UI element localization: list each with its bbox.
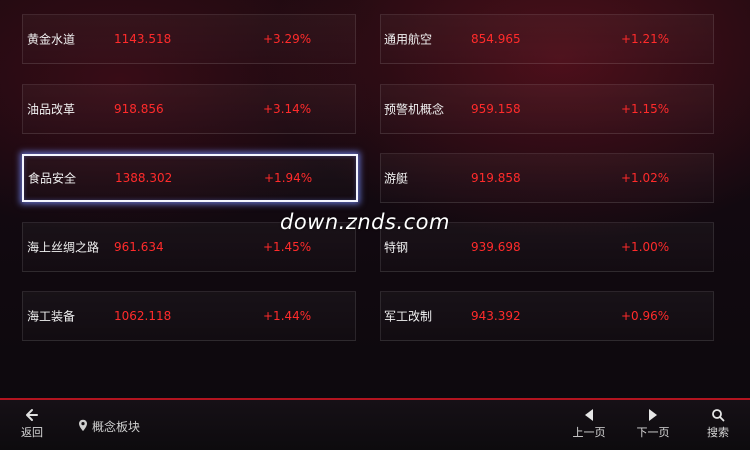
concept-change: +3.14% [263, 102, 312, 116]
concept-tile[interactable]: 海工装备 1062.118 +1.44% [22, 291, 356, 341]
concept-change: +1.45% [263, 240, 312, 254]
prev-page-button[interactable]: 上一页 [568, 408, 610, 440]
concept-tile[interactable]: 黄金水道 1143.518 +3.29% [22, 14, 356, 64]
concept-price: 939.698 [471, 240, 521, 254]
concept-name: 通用航空 [384, 32, 433, 47]
back-button[interactable]: 返回 [14, 408, 50, 440]
concept-tile[interactable]: 油品改革 918.856 +3.14% [22, 84, 356, 134]
concept-change: +0.96% [621, 309, 670, 323]
location-pin-icon [78, 419, 88, 435]
concept-price: 1388.302 [115, 171, 173, 185]
concept-tile[interactable]: 军工改制 943.392 +0.96% [380, 291, 714, 341]
concept-name: 特钢 [384, 240, 409, 255]
concept-change: +3.29% [263, 32, 312, 46]
concept-price: 961.634 [114, 240, 164, 254]
concept-tile[interactable]: 预警机概念 959.158 +1.15% [380, 84, 714, 134]
concept-price: 854.965 [471, 32, 521, 46]
concept-name: 海上丝绸之路 [27, 240, 100, 255]
search-button[interactable]: 搜索 [702, 408, 734, 440]
concept-price: 1062.118 [114, 309, 172, 323]
concept-name: 游艇 [384, 171, 409, 186]
concept-name: 油品改革 [27, 102, 76, 117]
concept-change: +1.15% [621, 102, 670, 116]
concept-grid: 黄金水道 1143.518 +3.29% 油品改革 918.856 +3.14%… [0, 0, 750, 400]
concept-change: +1.94% [264, 171, 313, 185]
concept-tile[interactable]: 通用航空 854.965 +1.21% [380, 14, 714, 64]
concept-price: 918.856 [114, 102, 164, 116]
breadcrumb-label: 概念板块 [92, 420, 141, 434]
concept-change: +1.44% [263, 309, 312, 323]
watermark: down.znds.com [280, 210, 450, 234]
back-label: 返回 [21, 426, 43, 439]
next-page-label: 下一页 [636, 426, 670, 439]
concept-name: 军工改制 [384, 309, 433, 324]
search-label: 搜索 [707, 426, 729, 439]
triangle-right-icon [632, 408, 674, 424]
concept-price: 959.158 [471, 102, 521, 116]
breadcrumb: 概念板块 [78, 418, 140, 435]
concept-name: 食品安全 [28, 171, 77, 186]
concept-price: 919.858 [471, 171, 521, 185]
concept-name: 预警机概念 [384, 102, 445, 117]
footer-bar: 返回 概念板块 上一页 下一页 搜索 [0, 398, 750, 450]
concept-price: 943.392 [471, 309, 521, 323]
concept-change: +1.02% [621, 171, 670, 185]
concept-price: 1143.518 [114, 32, 172, 46]
concept-change: +1.00% [621, 240, 670, 254]
search-icon [702, 408, 734, 424]
concept-tile[interactable]: 游艇 919.858 +1.02% [380, 153, 714, 203]
concept-name: 海工装备 [27, 309, 76, 324]
prev-page-label: 上一页 [572, 426, 606, 439]
concept-tile-focused[interactable]: 食品安全 1388.302 +1.94% [22, 154, 358, 202]
concept-name: 黄金水道 [27, 32, 76, 47]
back-arrow-icon [14, 408, 50, 424]
next-page-button[interactable]: 下一页 [632, 408, 674, 440]
concept-change: +1.21% [621, 32, 670, 46]
triangle-left-icon [568, 408, 610, 424]
